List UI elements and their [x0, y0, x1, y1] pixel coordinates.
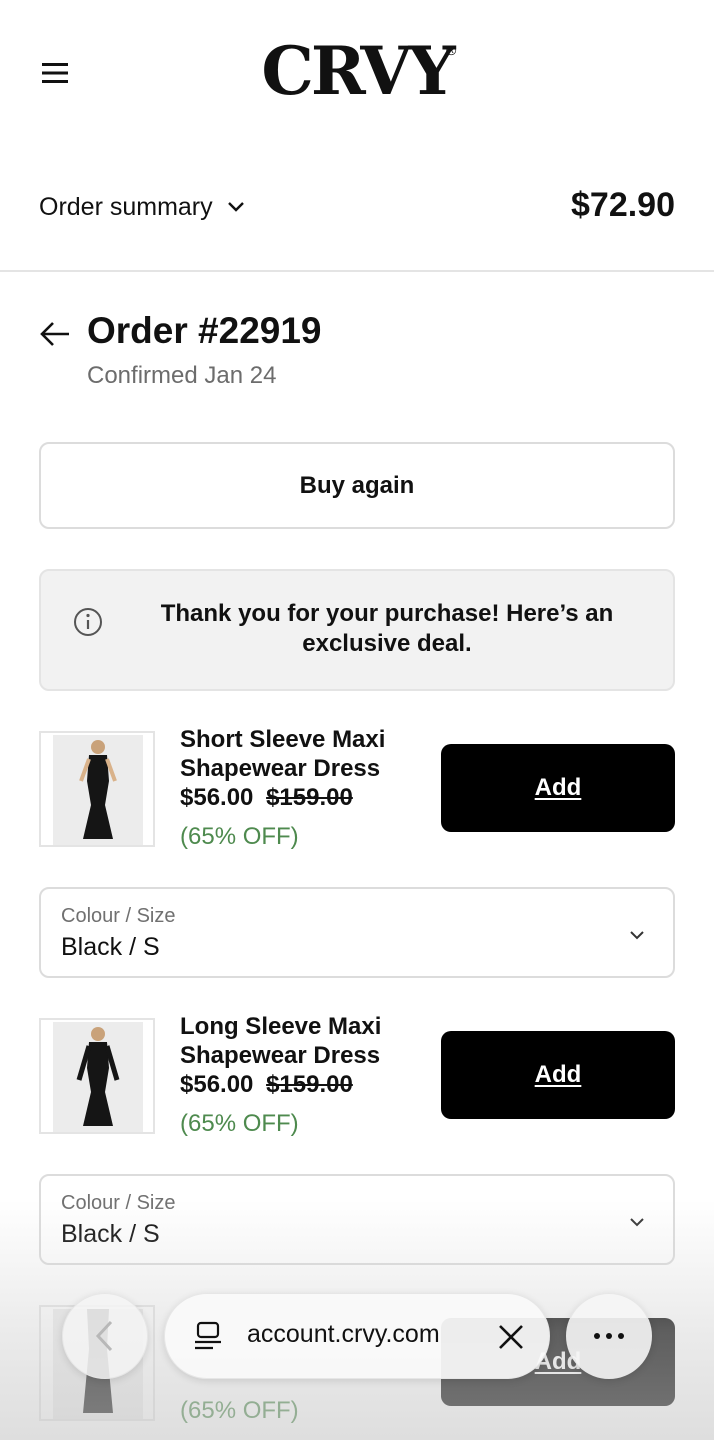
product-price: $56.00 — [180, 784, 254, 811]
product-compare-price: $159.00 — [266, 1071, 353, 1098]
chevron-down-icon — [227, 202, 244, 212]
chevron-down-icon — [630, 931, 644, 940]
order-title: Order #22919 — [87, 310, 322, 351]
upsell-product: Short Sleeve Maxi Shapewear Dress $56.00… — [39, 726, 675, 851]
back-arrow-icon[interactable] — [39, 318, 71, 350]
chevron-left-icon — [95, 1320, 113, 1352]
more-dot-icon — [618, 1333, 624, 1339]
select-label: Colour / Size — [61, 1192, 176, 1214]
browser-address-bar[interactable]: account.crvy.com — [164, 1293, 550, 1379]
product-name[interactable]: Long Sleeve Maxi Shapewear Dress — [180, 1012, 430, 1070]
buy-again-button[interactable]: Buy again — [39, 442, 675, 529]
site-header: CRVY ® — [0, 0, 714, 150]
product-image[interactable] — [39, 1018, 155, 1134]
product-price-row: $56.00 $159.00 — [180, 784, 353, 812]
browser-url: account.crvy.com — [247, 1320, 440, 1348]
chevron-down-icon — [630, 1218, 644, 1227]
product-discount: (65% OFF) — [180, 1110, 299, 1137]
exclusive-deal-notice: Thank you for your purchase! Here’s an e… — [39, 569, 675, 691]
product-photo-backdrop — [53, 735, 143, 845]
more-dot-icon — [594, 1333, 600, 1339]
product-image[interactable] — [39, 731, 155, 847]
product-compare-price: $159.00 — [266, 784, 353, 811]
add-button[interactable]: Add — [441, 1031, 675, 1119]
product-discount: (65% OFF) — [180, 1397, 299, 1424]
select-label: Colour / Size — [61, 905, 176, 927]
add-button[interactable]: Add — [441, 744, 675, 832]
brand-wordmark: CRVY — [261, 32, 455, 110]
page-tabs-icon — [195, 1321, 221, 1350]
brand-logo[interactable]: CRVY ® — [0, 38, 714, 104]
order-summary-toggle[interactable]: Order summary — [39, 190, 245, 224]
product-name[interactable]: Short Sleeve Maxi Shapewear Dress — [180, 725, 430, 783]
colour-size-select[interactable]: Colour / Size Black / S — [39, 887, 675, 978]
product-price-row: $56.00 $159.00 — [180, 1071, 353, 1099]
order-total: $72.90 — [571, 186, 675, 224]
registered-mark: ® — [446, 42, 457, 58]
product-photo-backdrop — [53, 1022, 143, 1132]
close-icon[interactable] — [497, 1323, 525, 1351]
dress-figure-image — [79, 740, 117, 839]
product-price: $56.00 — [180, 1071, 254, 1098]
product-discount: (65% OFF) — [180, 823, 299, 850]
upsell-product: Long Sleeve Maxi Shapewear Dress $56.00 … — [39, 1013, 675, 1138]
select-value: Black / S — [61, 933, 160, 961]
select-value: Black / S — [61, 1220, 160, 1248]
dress-figure-image — [76, 1027, 120, 1126]
browser-more-button[interactable] — [566, 1293, 652, 1379]
browser-back-button[interactable] — [62, 1293, 148, 1379]
order-confirmed-date: Confirmed Jan 24 — [87, 362, 277, 389]
order-summary-bar: Order summary $72.90 — [0, 150, 714, 272]
order-summary-label: Order summary — [39, 192, 213, 221]
more-dot-icon — [606, 1333, 612, 1339]
notice-text: Thank you for your purchase! Here’s an e… — [160, 600, 614, 657]
colour-size-select[interactable]: Colour / Size Black / S — [39, 1174, 675, 1265]
info-icon — [74, 608, 102, 636]
